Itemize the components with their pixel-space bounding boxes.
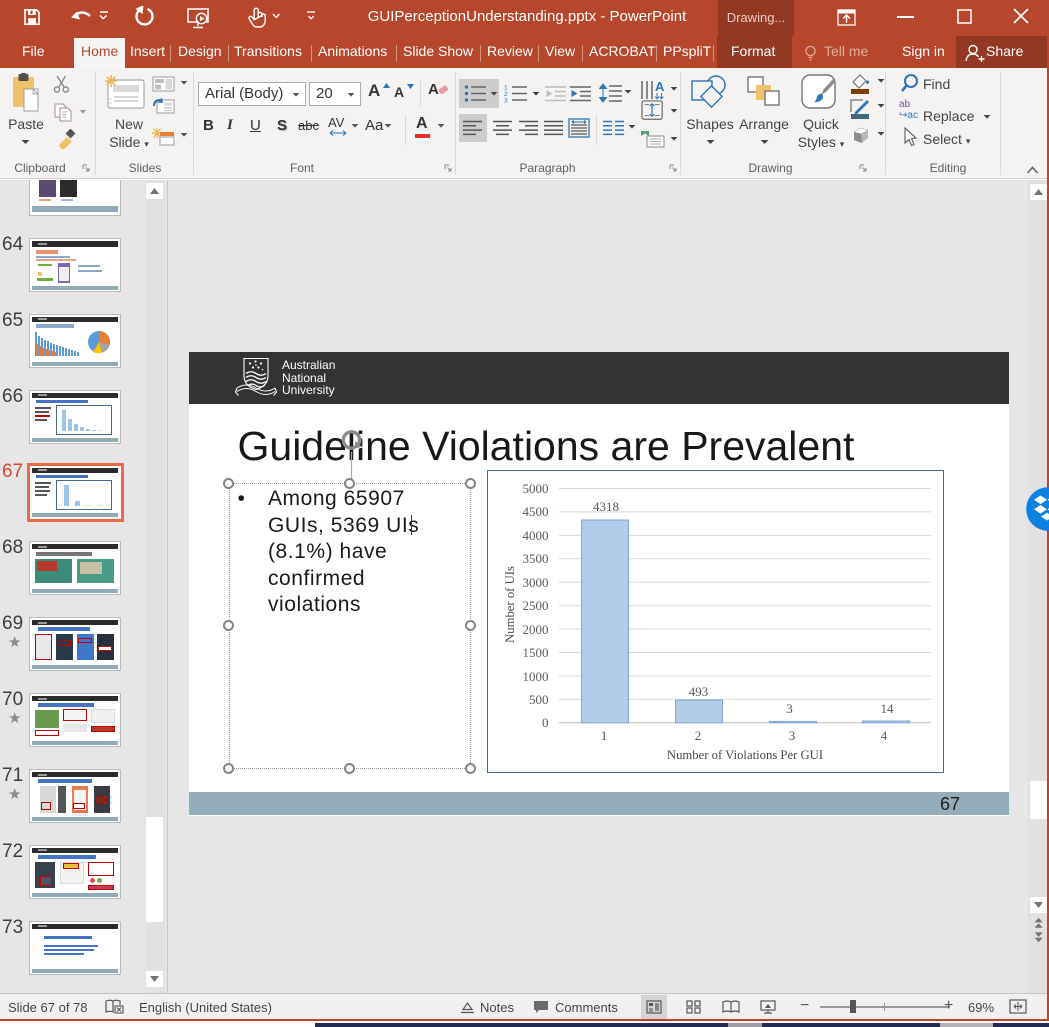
svg-text:A: A — [655, 79, 665, 94]
svg-text:3: 3 — [504, 98, 508, 104]
